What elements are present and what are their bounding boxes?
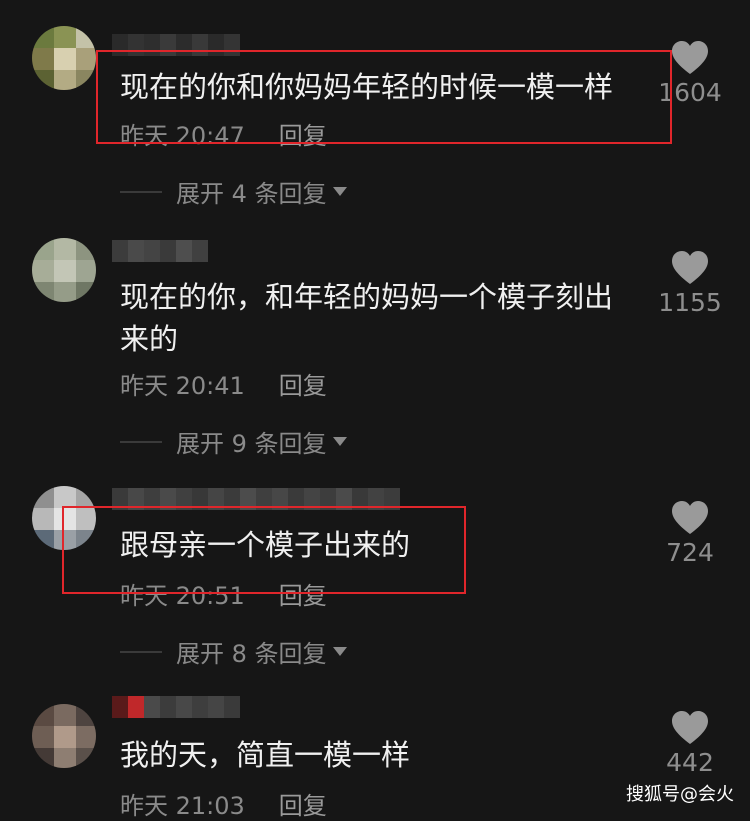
highlight-box bbox=[62, 506, 466, 594]
expand-replies-label: 展开 8 条回复 bbox=[176, 640, 327, 668]
like-button[interactable]: 724 bbox=[650, 500, 730, 567]
heart-icon bbox=[672, 501, 708, 534]
like-button[interactable]: 1155 bbox=[650, 250, 730, 317]
comment-text: 现在的你，和年轻的妈妈一个模子刻出来的 bbox=[120, 280, 614, 356]
comment-meta: 昨天 20:41 回复 bbox=[120, 366, 327, 401]
comment-time: 昨天 20:41 bbox=[120, 372, 245, 400]
like-count: 442 bbox=[666, 748, 714, 777]
divider bbox=[120, 190, 162, 193]
comment-time: 昨天 21:03 bbox=[120, 792, 245, 820]
expand-replies-button[interactable]: 展开 4 条回复 bbox=[120, 174, 347, 209]
expand-replies-button[interactable]: 展开 8 条回复 bbox=[120, 634, 347, 669]
caret-down-icon bbox=[332, 647, 347, 656]
caret-down-icon bbox=[332, 437, 347, 446]
like-count: 724 bbox=[666, 538, 714, 567]
divider bbox=[120, 650, 162, 653]
highlight-box bbox=[96, 50, 672, 144]
username-blurred[interactable] bbox=[112, 696, 240, 718]
like-count: 1155 bbox=[658, 288, 722, 317]
expand-replies-label: 展开 4 条回复 bbox=[176, 180, 327, 208]
comment-meta: 昨天 21:03 回复 bbox=[120, 786, 327, 821]
expand-replies-label: 展开 9 条回复 bbox=[176, 430, 327, 458]
avatar[interactable] bbox=[32, 238, 96, 302]
watermark: 搜狐号@会火 bbox=[626, 784, 734, 805]
avatar[interactable] bbox=[32, 26, 96, 90]
avatar[interactable] bbox=[32, 704, 96, 768]
reply-button[interactable]: 回复 bbox=[279, 792, 327, 820]
caret-down-icon bbox=[332, 187, 347, 196]
comment-text: 我的天，简直一模一样 bbox=[120, 738, 411, 772]
like-button[interactable]: 442 bbox=[650, 710, 730, 777]
divider bbox=[120, 440, 162, 443]
heart-icon bbox=[672, 251, 708, 284]
heart-icon bbox=[672, 41, 708, 74]
username-blurred[interactable] bbox=[112, 240, 208, 262]
expand-replies-button[interactable]: 展开 9 条回复 bbox=[120, 424, 347, 459]
reply-button[interactable]: 回复 bbox=[279, 372, 327, 400]
heart-icon bbox=[672, 711, 708, 744]
